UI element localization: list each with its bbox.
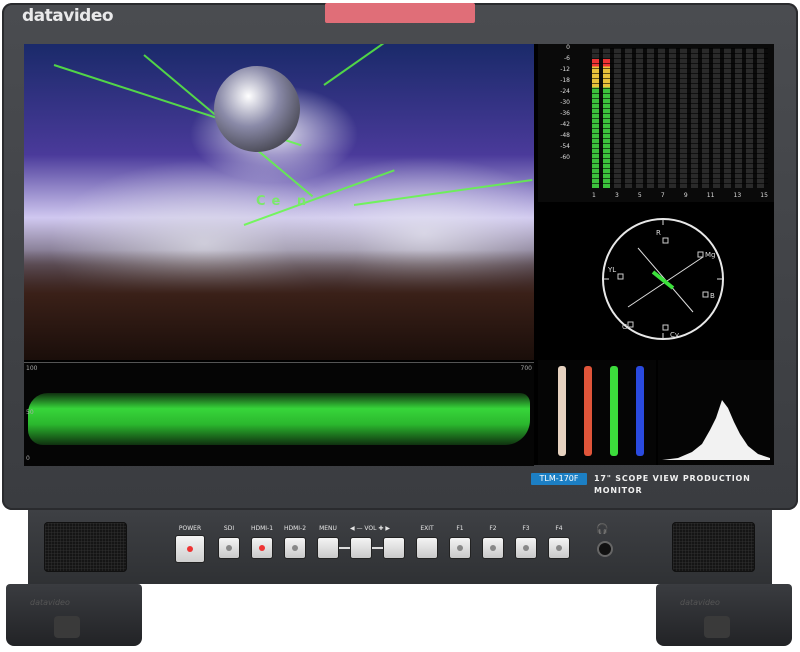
scale-tick: -60 [560,154,570,161]
channel-label: 5 [637,192,642,199]
target-label: G [622,323,627,331]
stage-sign-text: Ce n [256,194,313,209]
power-label: POWER [178,525,202,532]
vectorscope: R Mg YL B G Cy [538,204,774,356]
hdmi2-button[interactable] [285,538,305,558]
waveform-label-top: 100 [26,365,38,372]
target-label: YL [607,266,616,274]
volume-label: ◀ — VOL ✚ ▶ [350,525,390,532]
channel-label: 1 [592,192,596,199]
scale-tick: -42 [560,121,570,128]
red-bar [584,366,592,456]
tally-light [325,3,475,23]
channel-label: 3 [614,192,619,199]
foot-knob [54,616,80,638]
scale-tick: -36 [560,110,570,117]
brand-logo: datavideo [22,6,114,26]
f1-label: F1 [456,525,464,532]
channel-label: 7 [660,192,665,199]
left-stand-foot: datavideo [6,584,142,646]
f3-led [523,545,529,551]
audio-scale: 0 -6 -12 -18 -24 -30 -36 -42 -48 -54 -60 [542,44,570,165]
f3-label: F3 [522,525,530,532]
headphone-icon: 🎧 [596,524,609,535]
foot-logo: datavideo [680,598,720,607]
histogram-graph [662,400,770,460]
f1-button[interactable] [450,538,470,558]
volume-down-button[interactable] [351,538,371,558]
scale-tick: -30 [560,99,570,106]
video-preview: Ce n [24,44,534,360]
f2-button[interactable] [483,538,503,558]
target-label: R [656,229,661,237]
headphone-jack[interactable] [597,541,613,557]
histogram [658,360,774,465]
rgb-parade [538,360,656,465]
exit-label: EXIT [420,525,434,532]
audio-level-meter: 0 -6 -12 -18 -24 -30 -36 -42 -48 -54 -60… [538,44,774,202]
f4-button[interactable] [549,538,569,558]
monitor-title: 17" SCOPE VIEW PRODUCTION MONITOR [594,474,751,495]
waveform-scope: 100 50 0 700 [24,362,534,466]
f4-led [556,545,562,551]
f1-led [457,545,463,551]
right-stand-foot: datavideo [656,584,792,646]
waveform-label-right: 700 [520,365,532,372]
f3-button[interactable] [516,538,536,558]
volume-up-button[interactable] [384,538,404,558]
scale-tick: -18 [560,77,570,84]
hdmi1-button[interactable] [252,538,272,558]
luma-bar [558,366,566,456]
hdmi1-led [259,545,265,551]
hdmi2-label: HDMI-2 [283,525,307,532]
monitor-screen: Ce n 100 50 0 700 0 -6 -12 -18 -24 -30 -… [24,44,774,466]
target-label: Cy [670,331,679,339]
scale-tick: -12 [560,66,570,73]
foot-logo: datavideo [30,598,70,607]
channel-numbers: 1 3 5 7 9 11 13 15 [592,192,768,199]
waveform-label-mid: 50 [26,409,34,416]
target-label: Mg [705,251,715,259]
sdi-led [226,545,232,551]
model-badge: TLM-170F [531,473,587,485]
waveform-label-bottom: 0 [26,455,30,462]
sdi-label: SDI [223,525,235,532]
scale-tick: 0 [566,44,570,51]
channel-label: 13 [733,192,742,199]
active-meter-bar [603,59,610,188]
exit-button[interactable] [417,538,437,558]
hdmi1-label: HDMI-1 [250,525,274,532]
target-label: B [710,292,715,300]
sdi-button[interactable] [219,538,239,558]
channel-label: 11 [706,192,715,199]
menu-label: MENU [319,525,337,532]
scale-tick: -24 [560,88,570,95]
meter-columns [592,48,768,188]
blue-bar [636,366,644,456]
crowd-silhouette [24,250,534,360]
power-button[interactable] [176,536,204,562]
scale-tick: -48 [560,132,570,139]
active-meter-bar [592,59,599,188]
right-speaker-grille [672,522,755,572]
power-led [187,546,193,552]
green-bar [610,366,618,456]
f2-label: F2 [489,525,497,532]
scale-tick: -54 [560,143,570,150]
foot-knob [704,616,730,638]
left-speaker-grille [44,522,127,572]
waveform-trace [28,393,530,445]
scale-tick: -6 [564,55,570,62]
channel-label: 15 [760,192,768,199]
vectorscope-graticule: R Mg YL B G Cy [602,218,724,340]
f4-label: F4 [555,525,563,532]
channel-label: 9 [683,192,688,199]
hdmi2-led [292,545,298,551]
f2-led [490,545,496,551]
disco-ball [214,66,300,152]
menu-button[interactable] [318,538,338,558]
